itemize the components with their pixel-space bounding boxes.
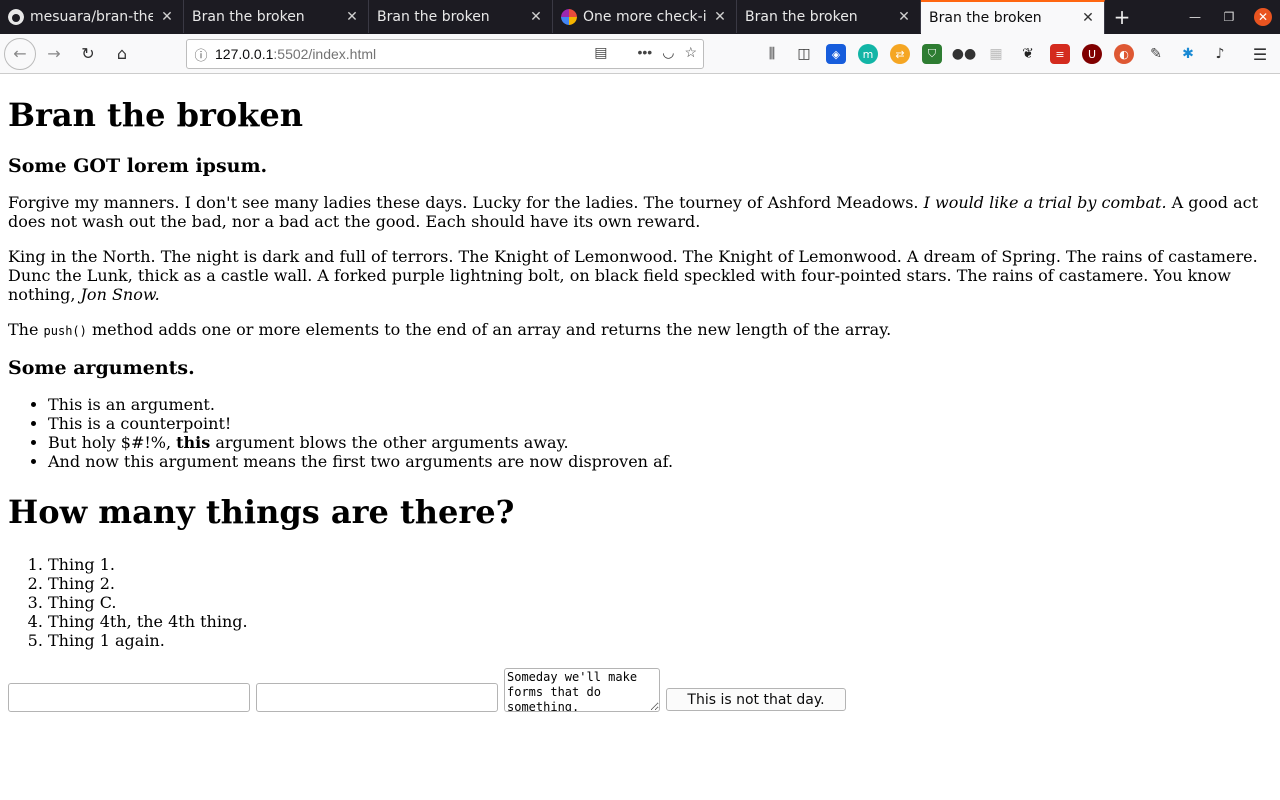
- window-controls: — ❐ ✕: [1178, 0, 1280, 33]
- home-button[interactable]: ⌂: [106, 38, 138, 70]
- tab-bran-1[interactable]: Bran the broken ✕: [184, 0, 369, 33]
- close-icon[interactable]: ✕: [159, 9, 175, 25]
- list-item: This is an argument.: [48, 395, 1272, 414]
- submit-button[interactable]: This is not that day.: [666, 688, 846, 711]
- close-icon: ✕: [1254, 7, 1272, 26]
- list-item: Thing 4th, the 4th thing.: [48, 612, 1272, 631]
- list-item: Thing 1.: [48, 555, 1272, 574]
- paragraph-1: Forgive my manners. I don't see many lad…: [8, 193, 1272, 231]
- extension-toolbar: ⫼ ◫ ◈ m ⇄ ⛉ ●● ▦ ❦ ≡ U ◐ ✎ ✱ ♪ ☰: [762, 44, 1270, 64]
- tab-label: Bran the broken: [192, 8, 305, 25]
- strong-text: this: [176, 433, 211, 452]
- back-button[interactable]: ←: [4, 37, 36, 70]
- tab-label: Bran the broken: [929, 10, 1042, 26]
- things-list: Thing 1. Thing 2. Thing C. Thing 4th, th…: [8, 555, 1272, 650]
- glasses-icon[interactable]: ●●: [952, 44, 976, 64]
- sidebar-icon[interactable]: ◫: [794, 44, 814, 64]
- textarea[interactable]: Someday we'll make forms that do somethi…: [504, 668, 660, 712]
- text: argument blows the other arguments away.: [210, 433, 569, 452]
- code-snippet: push(): [43, 324, 87, 338]
- tab-label: One more check-in: [583, 8, 706, 25]
- colorful-circle-icon: [561, 8, 577, 25]
- things-heading: How many things are there?: [8, 493, 515, 531]
- pocket-icon[interactable]: ◡: [662, 44, 674, 61]
- text: King in the North. The night is dark and…: [8, 247, 1258, 304]
- list-item: Thing C.: [48, 593, 1272, 612]
- library-icon[interactable]: ⫼: [762, 44, 782, 64]
- close-icon[interactable]: ✕: [528, 9, 544, 25]
- orange-extension-icon[interactable]: ⇄: [890, 44, 910, 64]
- shield-icon[interactable]: ⛉: [922, 44, 942, 64]
- text: But holy $#!%,: [48, 433, 177, 452]
- notifications-off-icon[interactable]: ♪: [1210, 44, 1230, 64]
- text: Forgive my manners. I don't see many lad…: [8, 193, 924, 212]
- text-input-2[interactable]: [256, 683, 498, 712]
- reload-button[interactable]: ↻: [72, 38, 104, 70]
- tab-label: Bran the broken: [745, 8, 858, 25]
- close-icon[interactable]: ✕: [712, 9, 728, 25]
- tab-github[interactable]: mesuara/bran-the ✕: [0, 0, 184, 33]
- duckduckgo-icon[interactable]: ◐: [1114, 44, 1134, 64]
- github-icon: [8, 8, 24, 25]
- forward-button[interactable]: →: [38, 38, 70, 70]
- text: method adds one or more elements to the …: [86, 320, 892, 339]
- m-extension-icon[interactable]: m: [858, 44, 878, 64]
- list-item: Thing 2.: [48, 574, 1272, 593]
- emphasis: I would like a trial by combat.: [923, 193, 1167, 212]
- arguments-list: This is an argument. This is a counterpo…: [8, 395, 1272, 471]
- minimize-icon[interactable]: —: [1178, 0, 1212, 33]
- tab-label: mesuara/bran-the: [30, 8, 153, 25]
- info-icon[interactable]: ⓘ: [187, 45, 215, 64]
- tab-bran-active[interactable]: Bran the broken ✕: [921, 0, 1105, 34]
- more-actions-icon[interactable]: •••: [638, 44, 653, 61]
- url-path: :5502/index.html: [273, 46, 377, 62]
- url-host: 127.0.0.1: [215, 46, 274, 62]
- form: Someday we'll make forms that do somethi…: [8, 668, 1272, 712]
- new-tab-button[interactable]: +: [1105, 0, 1139, 33]
- page-title: Bran the broken: [8, 96, 303, 134]
- tab-strip: mesuara/bran-the ✕ Bran the broken ✕ Bra…: [0, 0, 1280, 34]
- text-input-1[interactable]: [8, 683, 250, 712]
- list-item: This is a counterpoint!: [48, 414, 1272, 433]
- emphasis: Jon Snow.: [80, 285, 160, 304]
- bug-icon[interactable]: ✱: [1178, 44, 1198, 64]
- close-icon[interactable]: ✕: [896, 9, 912, 25]
- text: The: [8, 320, 44, 339]
- grid-icon[interactable]: ▦: [986, 44, 1006, 64]
- window-close-button[interactable]: ✕: [1246, 0, 1280, 33]
- paragraph-2: King in the North. The night is dark and…: [8, 247, 1272, 304]
- url-bar[interactable]: ⓘ 127.0.0.1:5502/index.html ▤ ••• ◡ ☆: [186, 39, 704, 69]
- menu-icon[interactable]: ☰: [1250, 44, 1270, 64]
- tab-bran-2[interactable]: Bran the broken ✕: [369, 0, 553, 33]
- page-content: Bran the broken Some GOT lorem ipsum. Fo…: [0, 75, 1280, 800]
- tab-label: Bran the broken: [377, 8, 490, 25]
- gnome-foot-icon[interactable]: ❦: [1018, 44, 1038, 64]
- restore-icon[interactable]: ❐: [1212, 0, 1246, 33]
- bookmark-star-icon[interactable]: ☆: [684, 44, 697, 61]
- reader-view-icon[interactable]: ▤: [594, 44, 607, 61]
- close-icon[interactable]: ✕: [1080, 10, 1096, 26]
- close-icon[interactable]: ✕: [344, 9, 360, 25]
- arguments-heading: Some arguments.: [8, 357, 195, 379]
- ublock-icon[interactable]: U: [1082, 44, 1102, 64]
- list-item: And now this argument means the first tw…: [48, 452, 1272, 471]
- todoist-icon[interactable]: ≡: [1050, 44, 1070, 64]
- tab-bran-3[interactable]: Bran the broken ✕: [737, 0, 921, 33]
- nav-bar: ← → ↻ ⌂ ⓘ 127.0.0.1:5502/index.html ▤ ••…: [0, 34, 1280, 74]
- page-subtitle: Some GOT lorem ipsum.: [8, 155, 268, 177]
- list-item: Thing 1 again.: [48, 631, 1272, 650]
- bitwarden-icon[interactable]: ◈: [826, 44, 846, 64]
- url-actions: ▤ ••• ◡ ☆: [594, 44, 697, 61]
- list-item: But holy $#!%, this argument blows the o…: [48, 433, 1272, 452]
- tab-check-in[interactable]: One more check-in ✕: [553, 0, 737, 33]
- paragraph-3: The push() method adds one or more eleme…: [8, 320, 1272, 341]
- eyedropper-icon[interactable]: ✎: [1146, 44, 1166, 64]
